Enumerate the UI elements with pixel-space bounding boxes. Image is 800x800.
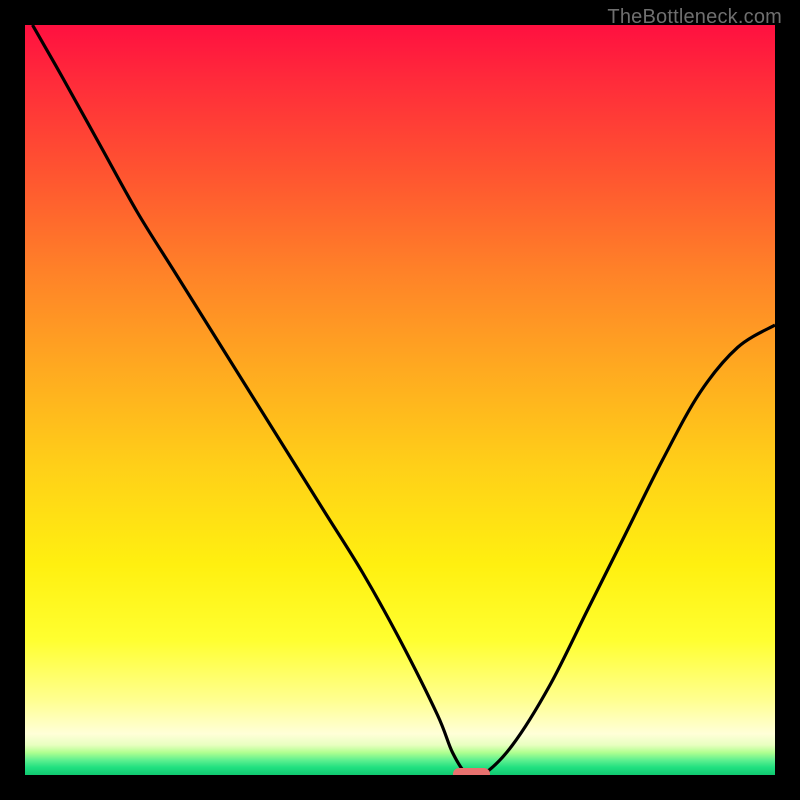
curve-svg	[25, 25, 775, 775]
bottleneck-curve	[33, 25, 776, 775]
watermark-text: TheBottleneck.com	[607, 6, 782, 29]
optimal-marker	[453, 768, 491, 775]
chart-frame	[15, 15, 785, 785]
plot-area	[25, 25, 775, 775]
